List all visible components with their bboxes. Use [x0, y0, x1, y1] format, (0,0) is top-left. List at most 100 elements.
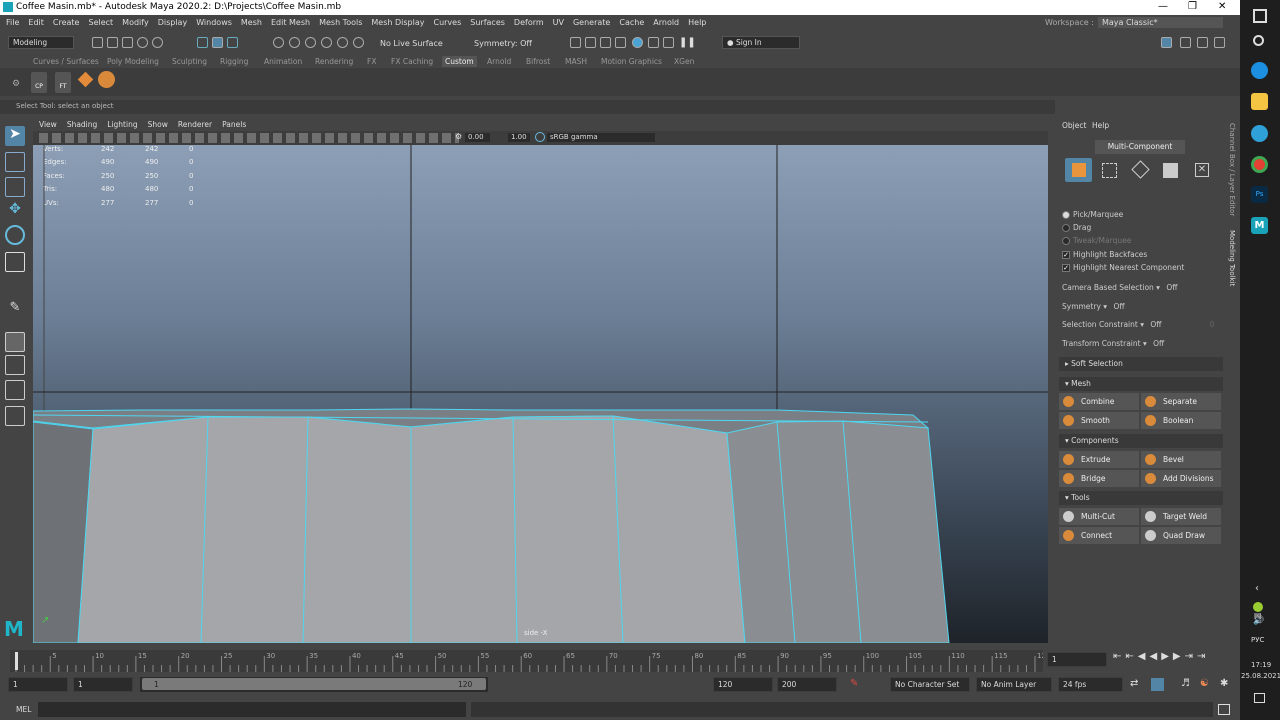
gamma-field[interactable]: 1.00: [507, 132, 531, 143]
step-back-key-icon[interactable]: ⇤: [1125, 651, 1137, 662]
step-back-icon[interactable]: ◀: [1138, 651, 1150, 662]
toolkit-menu-help[interactable]: Help: [1092, 121, 1109, 130]
arnold-render-icon[interactable]: [648, 37, 659, 48]
viewport-menu-panels[interactable]: Panels: [222, 120, 246, 129]
separate-button[interactable]: Separate: [1141, 393, 1221, 410]
shelf-tab-fx-caching[interactable]: FX Caching: [388, 56, 436, 67]
menu-arnold[interactable]: Arnold: [653, 18, 679, 27]
tools-section-header[interactable]: ▾ Tools: [1059, 491, 1223, 505]
anim-prefs-icon[interactable]: ✱: [1220, 678, 1228, 689]
fps-dropdown[interactable]: 24 fps: [1058, 677, 1123, 692]
four-views-icon[interactable]: [5, 380, 25, 400]
minimize-icon[interactable]: —: [1158, 1, 1168, 12]
menu-help[interactable]: Help: [688, 18, 706, 27]
file-explorer-icon[interactable]: [1251, 93, 1268, 110]
add-divisions-button[interactable]: Add Divisions: [1141, 470, 1221, 487]
playback-settings-icon[interactable]: [1151, 678, 1164, 691]
pause-icon[interactable]: ❚❚: [679, 37, 696, 48]
menu-generate[interactable]: Generate: [573, 18, 610, 27]
tweak-marquee-option[interactable]: Tweak/Marquee: [1062, 236, 1131, 245]
photoshop-icon[interactable]: Ps: [1251, 186, 1268, 203]
edge-browser-icon[interactable]: [1251, 62, 1268, 79]
symmetry-option[interactable]: Symmetry ▾ Off: [1062, 302, 1125, 311]
go-to-end-icon[interactable]: ⇥: [1197, 651, 1209, 662]
symmetry-label[interactable]: Symmetry: Off: [474, 39, 532, 48]
playback-end-field[interactable]: 120: [713, 677, 773, 692]
snap-view-icon[interactable]: [337, 37, 348, 48]
anim-layer-dropdown[interactable]: No Anim Layer: [976, 677, 1052, 692]
attribute-editor-icon[interactable]: [1180, 37, 1191, 48]
open-scene-icon[interactable]: [107, 37, 118, 48]
color-management-icon[interactable]: [535, 132, 545, 142]
timeline-ruler[interactable]: 5 10 15 20 25 30 35 40 45 50 55 60 65 70 75 80 85 90 95 100…: [10, 650, 1043, 672]
single-view-icon[interactable]: [5, 332, 25, 352]
shelf-tab-sculpting[interactable]: Sculpting: [169, 56, 210, 67]
edge-icon[interactable]: [1251, 125, 1268, 142]
character-set-dropdown[interactable]: No Character Set: [890, 677, 970, 692]
shelf-cp-button[interactable]: CP: [31, 72, 47, 93]
scene-start-field[interactable]: 1: [8, 677, 68, 692]
viewport-icon-strip[interactable]: [39, 133, 459, 143]
script-editor-icon[interactable]: [1218, 704, 1230, 715]
make-live-icon[interactable]: [353, 37, 364, 48]
mode-dropdown[interactable]: Modeling: [8, 36, 74, 49]
smooth-button[interactable]: Smooth: [1059, 412, 1139, 429]
multi-cut-button[interactable]: Multi-Cut: [1059, 508, 1139, 525]
menu-edit-mesh[interactable]: Edit Mesh: [271, 18, 310, 27]
snap-curve-icon[interactable]: [289, 37, 300, 48]
hypershade-icon[interactable]: [632, 37, 643, 48]
face-mode-icon[interactable]: [1163, 163, 1178, 178]
paint-select-icon[interactable]: [5, 177, 25, 197]
arnold-ipr-icon[interactable]: [663, 37, 674, 48]
multi-component-button[interactable]: Multi-Component: [1095, 140, 1185, 154]
modeling-toolkit-icon[interactable]: [1214, 37, 1225, 48]
menu-mesh[interactable]: Mesh: [241, 18, 262, 27]
viewport-menu-shading[interactable]: Shading: [67, 120, 97, 129]
range-slider-track[interactable]: 1 120: [140, 677, 488, 692]
viewport-menu-show[interactable]: Show: [148, 120, 168, 129]
chrome-icon[interactable]: [1251, 156, 1268, 173]
shelf-tab-motion-graphics[interactable]: Motion Graphics: [598, 56, 665, 67]
mesh-section-header[interactable]: ▾ Mesh: [1059, 377, 1223, 391]
snap-grid-icon[interactable]: [273, 37, 284, 48]
render-frame-icon[interactable]: [585, 37, 596, 48]
select-component-icon[interactable]: [227, 37, 238, 48]
maximize-icon[interactable]: ❐: [1188, 1, 1197, 12]
play-back-icon[interactable]: ◀: [1149, 651, 1161, 662]
windows-start-icon[interactable]: [1253, 9, 1267, 23]
maya-taskbar-icon[interactable]: M: [1251, 217, 1268, 234]
components-section-header[interactable]: ▾ Components: [1059, 434, 1223, 448]
soft-selection-section[interactable]: ▸ Soft Selection: [1059, 357, 1223, 371]
step-forward-icon[interactable]: ▶: [1173, 651, 1185, 662]
shelf-ft-button[interactable]: FT: [55, 72, 71, 93]
menu-file[interactable]: File: [6, 18, 19, 27]
shelf-tab-curves-surfaces[interactable]: Curves / Surfaces: [30, 56, 102, 67]
quad-draw-button[interactable]: Quad Draw: [1141, 527, 1221, 544]
menu-windows[interactable]: Windows: [196, 18, 232, 27]
step-forward-key-icon[interactable]: ⇥: [1185, 651, 1197, 662]
mel-input[interactable]: [38, 702, 466, 717]
drag-option[interactable]: Drag: [1062, 223, 1091, 232]
bridge-button[interactable]: Bridge: [1059, 470, 1139, 487]
workspace-dropdown[interactable]: Maya Classic*: [1097, 17, 1223, 28]
exposure-icon[interactable]: ⚙: [455, 132, 462, 141]
render-icon[interactable]: [570, 37, 581, 48]
notification-icon[interactable]: [1254, 693, 1265, 703]
ipr-render-icon[interactable]: [600, 37, 611, 48]
transform-constraint-option[interactable]: Transform Constraint ▾ Off: [1062, 339, 1164, 348]
select-object-icon[interactable]: [212, 37, 223, 48]
shelf-tab-bifrost[interactable]: Bifrost: [523, 56, 553, 67]
cache-icon[interactable]: ☯: [1200, 678, 1209, 689]
bevel-button[interactable]: Bevel: [1141, 451, 1221, 468]
go-to-start-icon[interactable]: ⇤: [1113, 651, 1125, 662]
menu-select[interactable]: Select: [88, 18, 113, 27]
viewport-panel[interactable]: View Shading Lighting Show Renderer Panels ⚙ …: [33, 118, 1048, 643]
workspace-selector[interactable]: Workspace : Maya Classic*: [1045, 17, 1223, 28]
diamond-icon[interactable]: [77, 71, 94, 88]
shelf-tab-animation[interactable]: Animation: [261, 56, 305, 67]
new-scene-icon[interactable]: [92, 37, 103, 48]
clock-time[interactable]: 17:19: [1251, 661, 1271, 669]
viewport-menu-lighting[interactable]: Lighting: [107, 120, 137, 129]
tool-settings-icon[interactable]: [1197, 37, 1208, 48]
menu-create[interactable]: Create: [53, 18, 80, 27]
